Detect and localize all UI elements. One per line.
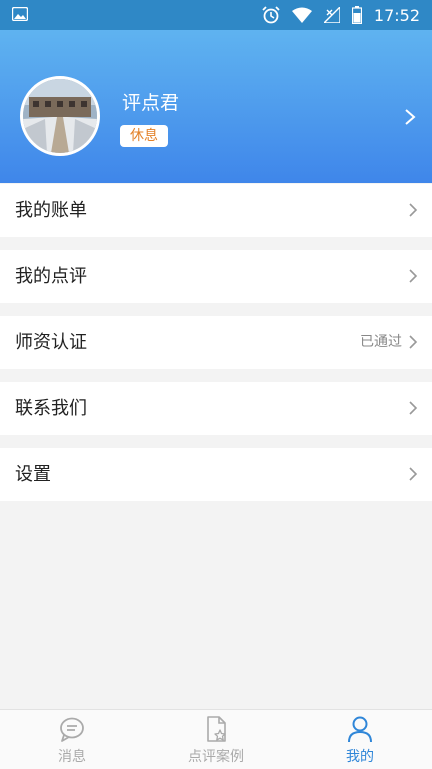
wifi-icon: [291, 7, 312, 23]
menu-item-label: 设置: [15, 464, 51, 485]
menu-item-contact-us[interactable]: 联系我们: [0, 382, 432, 435]
certification-status: 已通过: [360, 334, 402, 350]
chevron-right-icon: [409, 203, 418, 217]
chevron-right-icon: [409, 401, 418, 415]
alarm-icon: [262, 6, 280, 24]
menu-item-label: 我的点评: [15, 266, 87, 287]
avatar-photo-icon: [23, 79, 97, 153]
chevron-right-icon: [409, 467, 418, 481]
chevron-right-icon: [409, 269, 418, 283]
status-badge: 休息: [120, 125, 168, 147]
profile-header[interactable]: 评点君 休息: [0, 30, 432, 183]
menu-item-settings[interactable]: 设置: [0, 448, 432, 501]
status-bar: 17:52: [0, 0, 432, 30]
tab-mine[interactable]: 我的: [288, 710, 432, 769]
chevron-right-icon[interactable]: [404, 108, 416, 126]
chat-bubble-icon: [60, 717, 84, 742]
tab-label: 我的: [346, 749, 374, 765]
chevron-right-icon: [409, 335, 418, 349]
menu-item-teacher-certification[interactable]: 师资认证 已通过: [0, 316, 432, 369]
tab-review-cases[interactable]: 点评案例: [144, 710, 288, 769]
menu-item-my-reviews[interactable]: 我的点评: [0, 250, 432, 303]
profile-name: 评点君: [122, 92, 180, 114]
menu-item-label: 我的账单: [15, 200, 87, 221]
cellular-signal-icon: [323, 7, 340, 23]
bottom-tab-bar: 消息 点评案例 我的: [0, 709, 432, 769]
menu-item-label: 联系我们: [15, 398, 87, 419]
tab-label: 点评案例: [188, 749, 244, 765]
menu-item-bills[interactable]: 我的账单: [0, 184, 432, 237]
battery-icon: [351, 6, 362, 24]
tab-messages[interactable]: 消息: [0, 710, 144, 769]
document-star-icon: [207, 716, 226, 742]
image-notification-icon: [12, 7, 28, 21]
avatar[interactable]: [20, 76, 100, 156]
person-icon: [348, 716, 372, 743]
menu-item-label: 师资认证: [15, 332, 87, 353]
status-time: 17:52: [373, 5, 420, 25]
tab-label: 消息: [58, 749, 86, 765]
